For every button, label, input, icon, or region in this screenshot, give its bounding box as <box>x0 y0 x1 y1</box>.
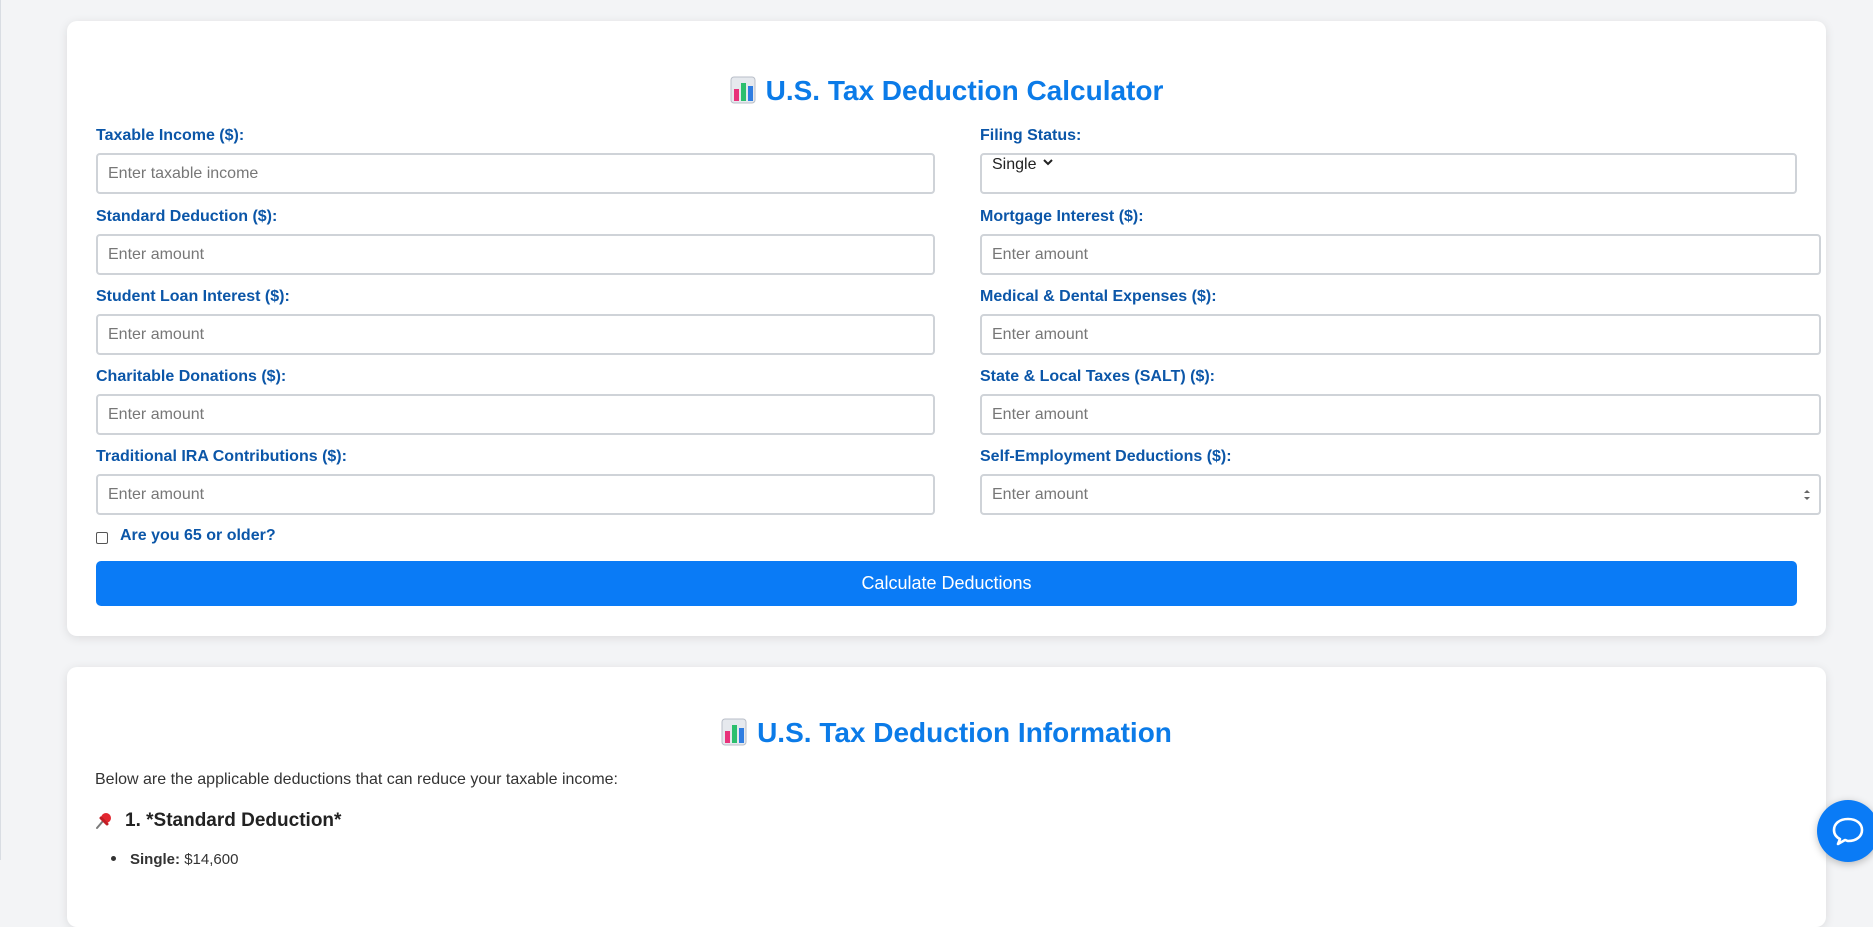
standard-deduction-field: Standard Deduction ($): <box>96 207 935 275</box>
taxable-income-input[interactable] <box>96 153 935 194</box>
calculator-title-text: U.S. Tax Deduction Calculator <box>765 75 1164 106</box>
medical-dental-label: Medical & Dental Expenses ($): <box>980 288 1217 305</box>
age-65-checkbox[interactable] <box>96 531 108 544</box>
self-employment-label: Self-Employment Deductions ($): <box>980 448 1232 465</box>
student-loan-interest-label: Student Loan Interest ($): <box>96 288 290 305</box>
self-employment-field: Self-Employment Deductions ($): <box>980 447 1821 515</box>
info-title: U.S. Tax Deduction Information <box>67 716 1826 750</box>
age-65-label[interactable]: Are you 65 or older? <box>120 527 276 545</box>
bar-chart-icon <box>730 76 756 104</box>
info-title-text: U.S. Tax Deduction Information <box>757 717 1172 748</box>
traditional-ira-label: Traditional IRA Contributions ($): <box>96 448 347 465</box>
charitable-donations-field: Charitable Donations ($): <box>96 367 935 435</box>
calculator-title: U.S. Tax Deduction Calculator <box>67 74 1826 108</box>
section-heading-text: 1. *Standard Deduction* <box>125 810 342 831</box>
number-spinner-icon[interactable] <box>1803 488 1811 502</box>
salt-input[interactable] <box>980 394 1821 435</box>
filing-status-select[interactable]: Single <box>980 153 1797 194</box>
filing-status-value: Single <box>992 156 1037 173</box>
charitable-donations-input[interactable] <box>96 394 935 435</box>
salt-field: State & Local Taxes (SALT) ($): <box>980 367 1821 435</box>
salt-label: State & Local Taxes (SALT) ($): <box>980 368 1215 385</box>
self-employment-input[interactable] <box>980 474 1821 515</box>
mortgage-interest-label: Mortgage Interest ($): <box>980 208 1144 225</box>
info-card: U.S. Tax Deduction Information Below are… <box>67 667 1826 927</box>
filing-status-label: Filing Status: <box>980 127 1082 144</box>
taxable-income-label: Taxable Income ($): <box>96 127 245 144</box>
section-heading-standard-deduction: 1. *Standard Deduction* <box>95 810 341 832</box>
charitable-donations-label: Charitable Donations ($): <box>96 368 287 385</box>
traditional-ira-input[interactable] <box>96 474 935 515</box>
bullet-icon <box>111 856 116 861</box>
chat-bubble-icon <box>1832 817 1864 846</box>
medical-dental-field: Medical & Dental Expenses ($): <box>980 287 1821 355</box>
calculate-deductions-button[interactable]: Calculate Deductions <box>96 561 1797 606</box>
bar-chart-icon <box>721 718 747 746</box>
standard-deduction-input[interactable] <box>96 234 935 275</box>
student-loan-interest-field: Student Loan Interest ($): <box>96 287 935 355</box>
standard-deduction-label: Standard Deduction ($): <box>96 208 278 225</box>
chat-button[interactable] <box>1817 800 1873 862</box>
age-65-row: Are you 65 or older? <box>96 527 276 545</box>
taxable-income-field: Taxable Income ($): <box>96 126 935 194</box>
calculator-card: U.S. Tax Deduction Calculator Taxable In… <box>67 21 1826 636</box>
mortgage-interest-input[interactable] <box>980 234 1821 275</box>
pushpin-icon <box>96 813 111 829</box>
student-loan-interest-input[interactable] <box>96 314 935 355</box>
traditional-ira-field: Traditional IRA Contributions ($): <box>96 447 935 515</box>
chevron-down-icon <box>1043 159 1053 166</box>
mortgage-interest-field: Mortgage Interest ($): <box>980 207 1821 275</box>
medical-dental-input[interactable] <box>980 314 1821 355</box>
info-intro: Below are the applicable deductions that… <box>95 771 618 788</box>
filing-status-field: Filing Status: Single <box>980 126 1797 194</box>
self-employment-input-wrap <box>980 474 1821 515</box>
